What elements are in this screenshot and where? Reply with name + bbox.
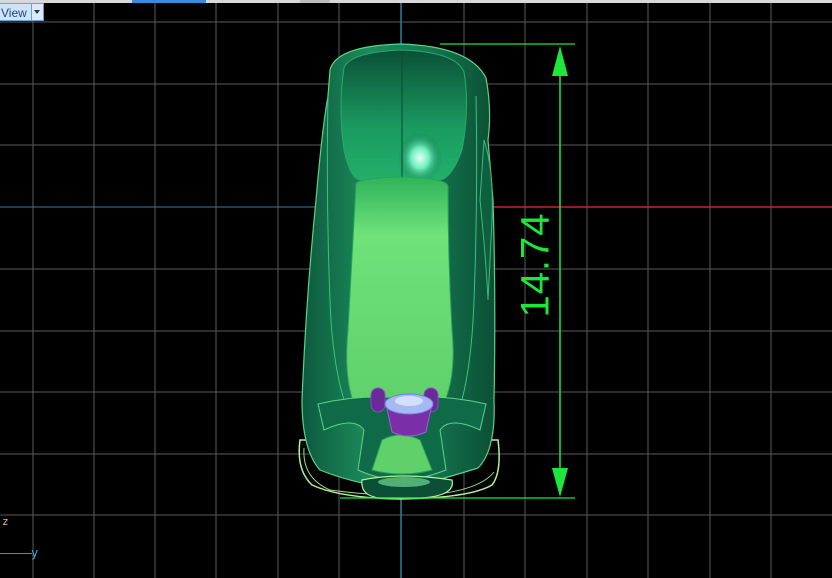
dimension-arrow-bottom bbox=[552, 468, 568, 497]
view-menu-label[interactable]: View bbox=[0, 3, 32, 21]
active-tab-indicator bbox=[132, 0, 206, 3]
axis-label-z: z bbox=[2, 515, 9, 528]
dimension-arrow-top bbox=[552, 46, 568, 76]
axis-gizmo-y-line bbox=[0, 553, 32, 554]
viewport-title-strip bbox=[0, 0, 832, 3]
insole bbox=[346, 176, 454, 409]
dimension-value-label: 14.74 bbox=[513, 212, 558, 318]
heel-highlight bbox=[398, 132, 442, 184]
viewport-canvas[interactable] bbox=[0, 0, 832, 578]
axis-label-y: y bbox=[31, 546, 39, 560]
chevron-down-icon[interactable] bbox=[31, 3, 44, 21]
toe-cap-highlight bbox=[378, 477, 430, 487]
view-menu-button[interactable]: View bbox=[0, 3, 44, 21]
tab-indicator bbox=[300, 0, 330, 3]
3d-viewport[interactable]: View 14.74 z y bbox=[0, 0, 832, 578]
shoe-3d-model[interactable] bbox=[298, 43, 500, 500]
